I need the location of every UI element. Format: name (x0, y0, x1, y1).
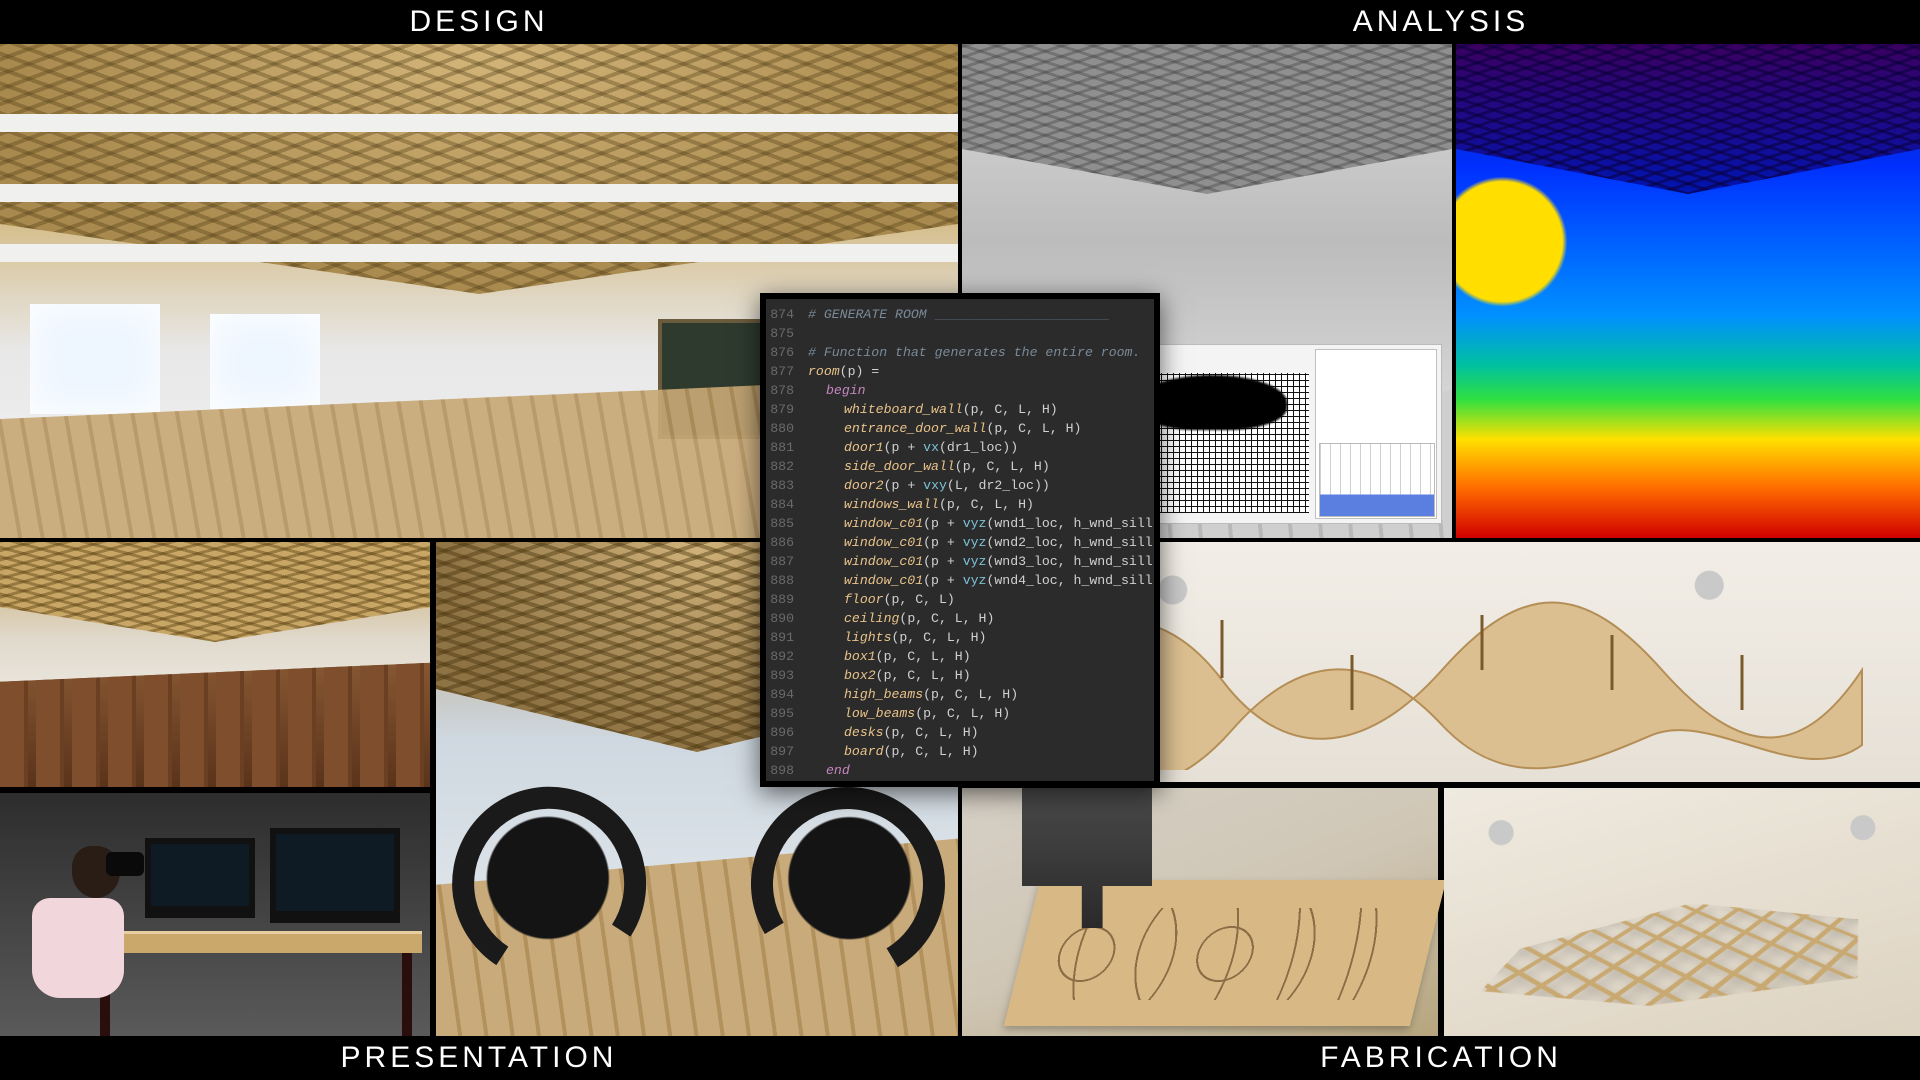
fabrication-label: FABRICATION (962, 1036, 1920, 1080)
waffle-lattice-model (1475, 895, 1896, 1018)
user-torso (32, 898, 124, 998)
ceiling-beam (0, 184, 958, 202)
waffle-ceiling (0, 542, 430, 642)
window (30, 304, 160, 414)
code-gutter: 8748758768778788798808818828838848858868… (766, 305, 800, 775)
vr-headset-icon (106, 852, 144, 876)
window (210, 314, 320, 409)
analysis-graph (1319, 443, 1435, 517)
waffle-ceiling-gray (962, 44, 1452, 194)
vr-user (12, 836, 152, 1036)
presentation-label: PRESENTATION (0, 1036, 958, 1080)
desk-leg (402, 953, 412, 1037)
monitor (270, 828, 400, 923)
monitor (145, 838, 255, 918)
design-label: DESIGN (0, 0, 958, 44)
code-editor-overlay: 8748758768778788798808818828838848858868… (760, 293, 1160, 787)
presentation-user-photo (0, 793, 430, 1036)
fabrication-assembly-photo (1444, 788, 1920, 1036)
presentation-render-small (0, 542, 430, 787)
analysis-software-panel (1112, 344, 1442, 524)
analysis-label: ANALYSIS (962, 0, 1920, 44)
waffle-ceiling-thermal (1456, 44, 1920, 194)
ceiling-beam (0, 244, 958, 262)
fabrication-cnc-photo (962, 788, 1438, 1036)
code-body: # GENERATE ROOM ______________________ #… (808, 305, 1148, 775)
ceiling-beam (0, 114, 958, 132)
auditorium-seating (0, 652, 430, 787)
analysis-thermal-render (1456, 44, 1920, 538)
